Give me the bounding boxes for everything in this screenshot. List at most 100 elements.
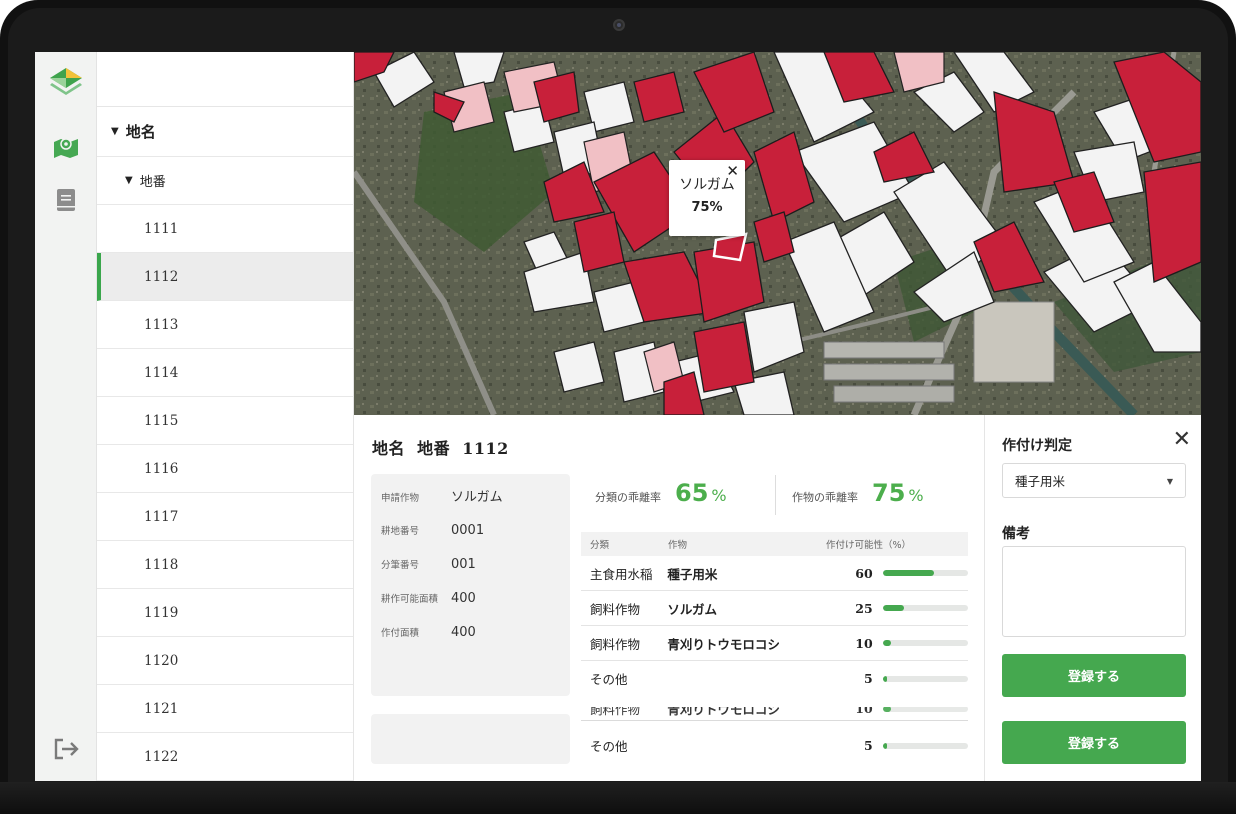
row-crop: ソルガム [667,601,718,617]
category-ratio-value: 65 [675,479,709,507]
tree-item-1122[interactable]: 1122 [97,733,353,781]
tree-item-1112[interactable]: 1112 [97,253,353,301]
info-label: 分筆番号 [381,560,420,571]
info-label: 申請作物 [381,493,420,504]
info-value: 0001 [451,523,485,538]
row-progress-bar [882,675,968,682]
tree-item-1114[interactable]: 1114 [97,349,353,397]
tree-item-label: 1120 [144,652,179,669]
tree-item-1118[interactable]: 1118 [97,541,353,589]
title-number: 1112 [462,439,509,458]
row-category: 飼料作物 [590,601,641,617]
category-ratio-unit: % [711,486,727,505]
table-row[interactable]: 主食用水稲 種子用米 60 [581,556,968,591]
tree-item-label: 1119 [144,604,179,621]
row-progress-fill [882,675,887,682]
register-button[interactable]: 登録する [1002,654,1186,697]
icon-rail [35,52,97,781]
row-crop: 種子用米 [667,566,718,582]
tree-node-label: 地番 [139,175,166,190]
ghost-table-row: 飼料作物 青刈りトウモロコシ 10 [581,707,968,723]
dropdown-arrow-icon: ▼ [1166,477,1173,486]
tree-item-label: 1113 [144,316,179,333]
detail-panel: 地名 地番 1112 申請作物 ソルガム 耕地番号 0001 分筆番号 001 … [354,415,984,781]
map-popup: ✕ ソルガム 75% [669,160,745,236]
table-row[interactable]: 飼料作物 青刈りトウモロコシ 10 [581,626,968,661]
row-value: 5 [864,738,873,753]
crop-ratio: 作物の乖離率 75 % [792,479,924,517]
tree-node-place[interactable]: ▼ 地名 [97,107,353,157]
tree-header [97,52,353,107]
table-row[interactable]: その他 5 [581,661,968,696]
tree-item-1117[interactable]: 1117 [97,493,353,541]
row-progress-fill [882,640,892,646]
book-icon[interactable] [56,188,76,212]
judgement-panel: 作付け判定 ✕ 種子用米 ▼ 備考 登録する 登録する [984,415,1201,781]
row-value: 10 [855,635,873,651]
page-title: 地名 地番 1112 [372,435,509,459]
tree-item-1119[interactable]: 1119 [97,589,353,637]
header-crop: 作物 [668,540,688,551]
row-progress-bar [882,570,968,576]
camera-icon [613,19,625,31]
tree-item-label: 1121 [144,700,179,717]
tree-item-label: 1114 [144,364,179,381]
tree-item-1115[interactable]: 1115 [97,397,353,445]
logo-icon [50,68,82,95]
tree-item-label: 1111 [144,220,179,237]
table-row[interactable]: 飼料作物 ソルガム 25 [581,591,968,626]
tree-item-label: 1122 [144,748,179,765]
row-category: 飼料作物 [590,636,641,652]
info-label: 作付面積 [381,628,420,639]
row-value: 60 [855,565,873,581]
crop-select[interactable]: 種子用米 ▼ [1002,463,1186,498]
tree-item-label: 1115 [144,412,179,429]
map-canvas[interactable] [354,52,1201,415]
caret-down-icon: ▼ [111,126,119,137]
tree-item-1113[interactable]: 1113 [97,301,353,349]
row-progress-bar [882,605,968,611]
laptop-base [0,782,1236,814]
tree-node-lot[interactable]: ▼ 地番 [97,157,353,205]
ratio-divider [775,475,776,515]
tree-item-1120[interactable]: 1120 [97,637,353,685]
tree-item-1121[interactable]: 1121 [97,685,353,733]
logout-icon[interactable] [53,738,81,760]
info-row-crop: 申請作物 ソルガム [381,486,503,505]
header-possibility: 作付け可能性（%） [826,540,912,551]
row-progress-bar [882,742,968,749]
row-progress-bar [882,707,968,712]
row-value: 25 [855,600,873,616]
row-progress-bar [882,640,968,646]
table-header: 分類 作物 作付け可能性（%） [581,532,968,556]
lot-tree-panel: ▼ 地名 ▼ 地番 1111 1112 1113 1114 1115 1116 … [97,52,354,781]
close-icon[interactable]: ✕ [1173,427,1191,452]
info-card: 申請作物 ソルガム 耕地番号 0001 分筆番号 001 耕作可能面積 400 … [371,474,570,696]
info-value: 400 [451,625,476,640]
judgement-title: 作付け判定 [1002,438,1072,454]
crop-ratio-value: 75 [872,479,906,507]
note-textarea[interactable] [1002,546,1186,637]
tree-item-1116[interactable]: 1116 [97,445,353,493]
category-ratio-label: 分類の乖離率 [595,491,661,504]
close-icon[interactable]: ✕ [726,162,739,180]
row-progress-fill [882,605,905,611]
tree-item-label: 1116 [144,460,179,477]
info-row-field-no: 耕地番号 0001 [381,523,484,538]
select-value: 種子用米 [1015,474,1066,489]
row-progress-fill [882,707,892,712]
row-crop: 青刈りトウモロコシ [667,707,780,717]
map-pin-icon[interactable] [53,136,79,158]
row-category: その他 [590,739,628,754]
row-category: 主食用水稲 [590,566,653,582]
satellite-map[interactable]: ✕ ソルガム 75% [354,52,1201,415]
info-card-secondary [371,714,570,764]
info-row-planted-area: 作付面積 400 [381,625,476,640]
row-value: 10 [855,707,873,716]
possibility-table: 分類 作物 作付け可能性（%） 主食用水稲 種子用米 60 飼料作物 ソルガム … [581,532,968,696]
register-button-secondary[interactable]: 登録する [1002,721,1186,764]
table-row[interactable]: その他 5 [581,728,968,763]
tree-item-1111[interactable]: 1111 [97,205,353,253]
title-lot: 地番 [417,439,451,458]
row-category: 飼料作物 [590,707,641,717]
